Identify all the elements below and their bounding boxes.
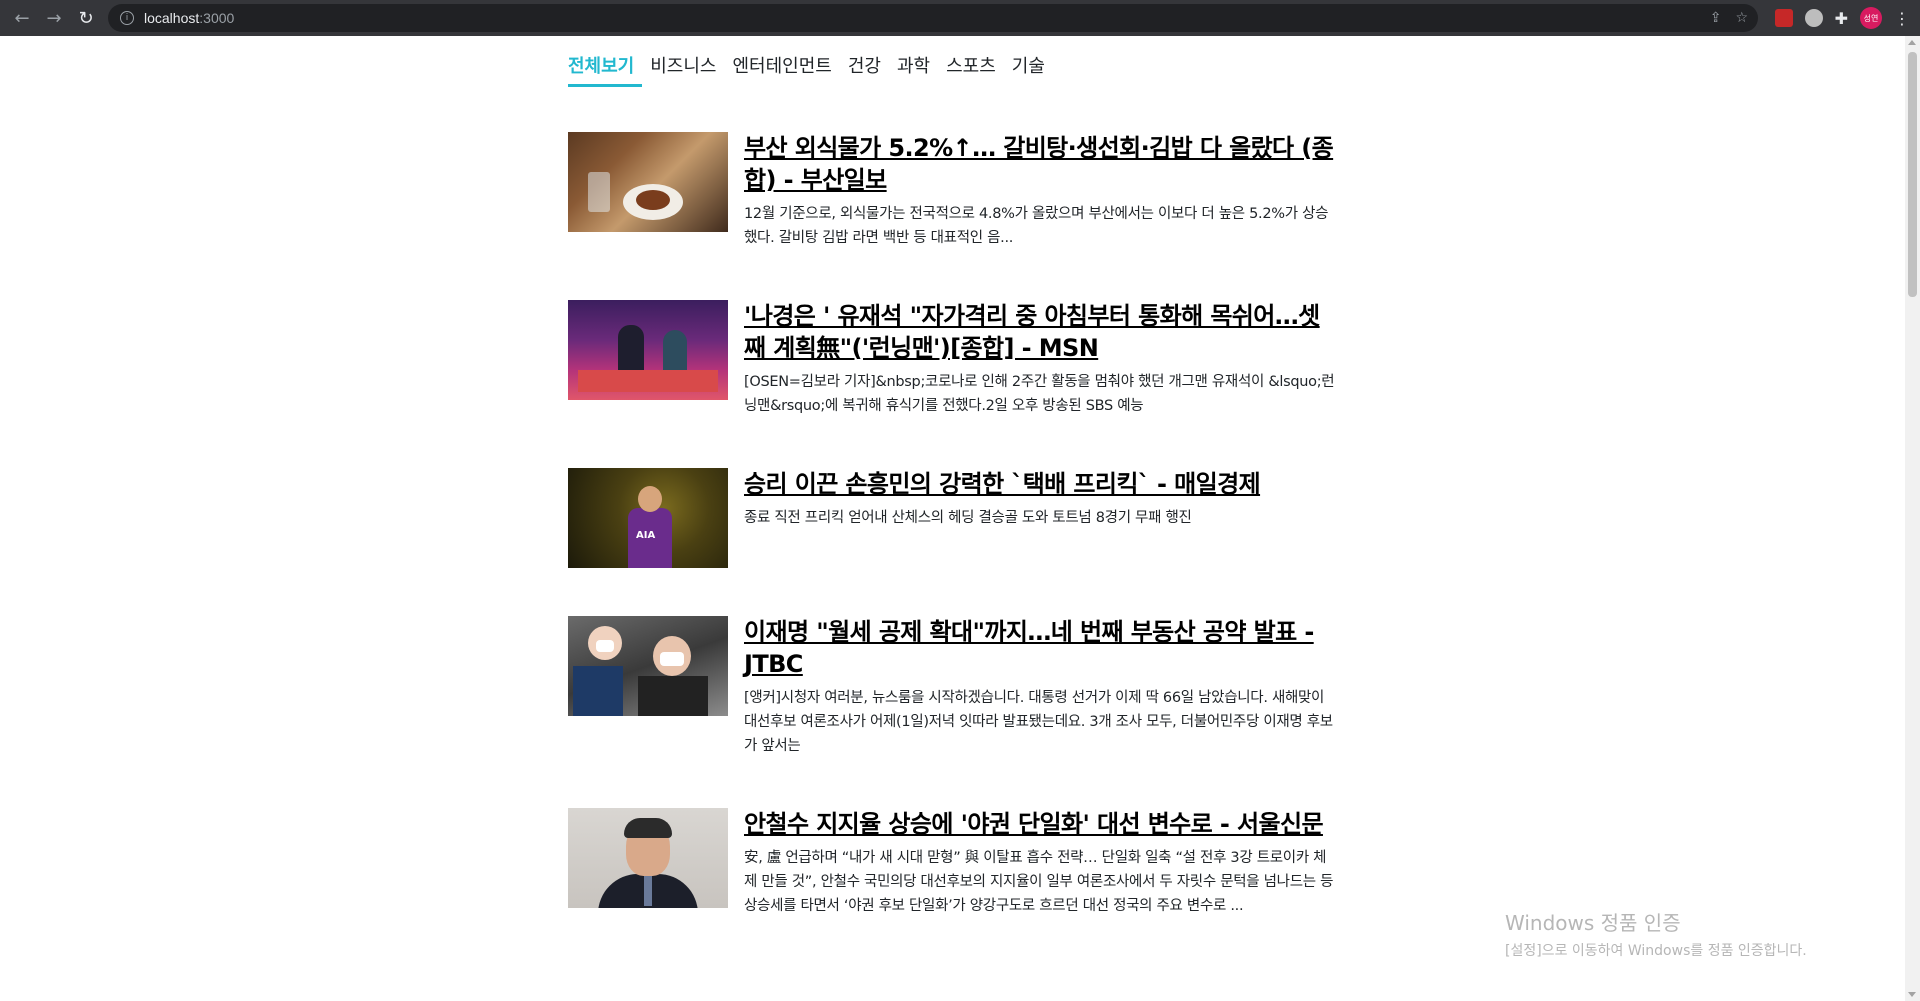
url-host: localhost: [144, 10, 200, 26]
news-title-link[interactable]: 안철수 지지율 상승에 '야권 단일화' 대선 변수로 - 서울신문: [744, 808, 1336, 840]
tab-technology[interactable]: 기술: [1012, 52, 1053, 87]
arrow-right-icon: →: [46, 7, 62, 29]
url-text[interactable]: localhost:3000: [144, 10, 234, 26]
tab-sports[interactable]: 스포츠: [946, 52, 1004, 87]
share-icon[interactable]: ⇪: [1710, 10, 1722, 26]
puzzle-icon[interactable]: ✚: [1835, 9, 1848, 28]
news-description: [OSEN=김보라 기자]&nbsp;코로나로 인해 2주간 활동을 멈춰야 했…: [744, 374, 1335, 414]
extension-face-icon[interactable]: [1804, 9, 1823, 27]
news-thumbnail[interactable]: [568, 132, 728, 232]
menu-kebab-icon[interactable]: ⋮: [1894, 9, 1910, 28]
news-title-link[interactable]: 승리 이끈 손흥민의 강력한 `택배 프리킥` - 매일경제: [744, 468, 1336, 500]
news-thumbnail[interactable]: [568, 616, 728, 716]
news-title-link[interactable]: 부산 외식물가 5.2%↑… 갈비탕·생선회·김밥 다 올랐다 (종합) - 부…: [744, 132, 1336, 196]
tab-entertainment[interactable]: 엔터테인먼트: [733, 52, 840, 87]
news-description: 安, 盧 언급하며 “내가 새 시대 맏형” 與 이탈표 흡수 전략… 단일화 …: [744, 850, 1334, 914]
news-item: 부산 외식물가 5.2%↑… 갈비탕·생선회·김밥 다 올랐다 (종합) - 부…: [568, 132, 1336, 250]
profile-avatar[interactable]: 성연: [1860, 7, 1882, 29]
news-item: 안철수 지지율 상승에 '야권 단일화' 대선 변수로 - 서울신문 安, 盧 …: [568, 808, 1336, 918]
page-viewport: 전체보기 비즈니스 엔터테인먼트 건강 과학 스포츠 기술 부산 외식물가 5.…: [0, 36, 1905, 1001]
watermark-subtitle: [설정]으로 이동하여 Windows를 정품 인증합니다.: [1505, 943, 1807, 959]
news-title-link[interactable]: 이재명 "월세 공제 확대"까지…네 번째 부동산 공약 발표 - JTBC: [744, 616, 1336, 680]
tab-science[interactable]: 과학: [897, 52, 938, 87]
news-description: [앵커]시청자 여러분, 뉴스룸을 시작하겠습니다. 대통령 선거가 이제 딱 …: [744, 690, 1333, 754]
forward-button[interactable]: →: [38, 2, 70, 34]
vertical-scrollbar[interactable]: [1905, 36, 1920, 1001]
back-button[interactable]: ←: [6, 2, 38, 34]
news-thumbnail[interactable]: AIA: [568, 468, 728, 568]
tab-health[interactable]: 건강: [848, 52, 889, 87]
windows-activation-watermark: Windows 정품 인증 [설정]으로 이동하여 Windows를 정품 인증…: [1505, 907, 1807, 960]
browser-toolbar: ← → ↻ i localhost:3000 ⇪ ☆ ✚ 성연 ⋮: [0, 0, 1920, 36]
reload-button[interactable]: ↻: [70, 2, 102, 34]
watermark-title: Windows 정품 인증: [1505, 911, 1681, 935]
scroll-down-arrow-icon[interactable]: [1908, 992, 1916, 997]
news-item: 이재명 "월세 공제 확대"까지…네 번째 부동산 공약 발표 - JTBC […: [568, 616, 1336, 758]
address-bar[interactable]: i localhost:3000 ⇪ ☆: [108, 4, 1758, 32]
news-description: 12월 기준으로, 외식물가는 전국적으로 4.8%가 올랐으며 부산에서는 이…: [744, 206, 1329, 246]
star-icon[interactable]: ☆: [1735, 10, 1748, 26]
arrow-left-icon: ←: [14, 7, 30, 29]
news-item: '나경은 ' 유재석 "자가격리 중 아침부터 통화해 목쉬어…셋째 계획無"(…: [568, 300, 1336, 418]
news-description: 종료 직전 프리킥 얻어내 산체스의 헤딩 결승골 도와 토트넘 8경기 무패 …: [744, 510, 1192, 526]
scroll-up-arrow-icon[interactable]: [1908, 40, 1916, 45]
category-tabs: 전체보기 비즈니스 엔터테인먼트 건강 과학 스포츠 기술: [568, 52, 1061, 87]
news-thumbnail[interactable]: [568, 808, 728, 908]
tab-all[interactable]: 전체보기: [568, 52, 643, 87]
extension-icon[interactable]: [1774, 9, 1793, 27]
scrollbar-thumb[interactable]: [1908, 52, 1917, 297]
info-icon[interactable]: i: [120, 11, 134, 25]
tab-business[interactable]: 비즈니스: [650, 52, 724, 87]
news-thumbnail[interactable]: [568, 300, 728, 400]
url-port: :3000: [199, 10, 235, 26]
news-title-link[interactable]: '나경은 ' 유재석 "자가격리 중 아침부터 통화해 목쉬어…셋째 계획無"(…: [744, 300, 1336, 364]
reload-icon: ↻: [78, 7, 94, 29]
news-item: AIA 승리 이끈 손흥민의 강력한 `택배 프리킥` - 매일경제 종료 직전…: [568, 468, 1336, 568]
